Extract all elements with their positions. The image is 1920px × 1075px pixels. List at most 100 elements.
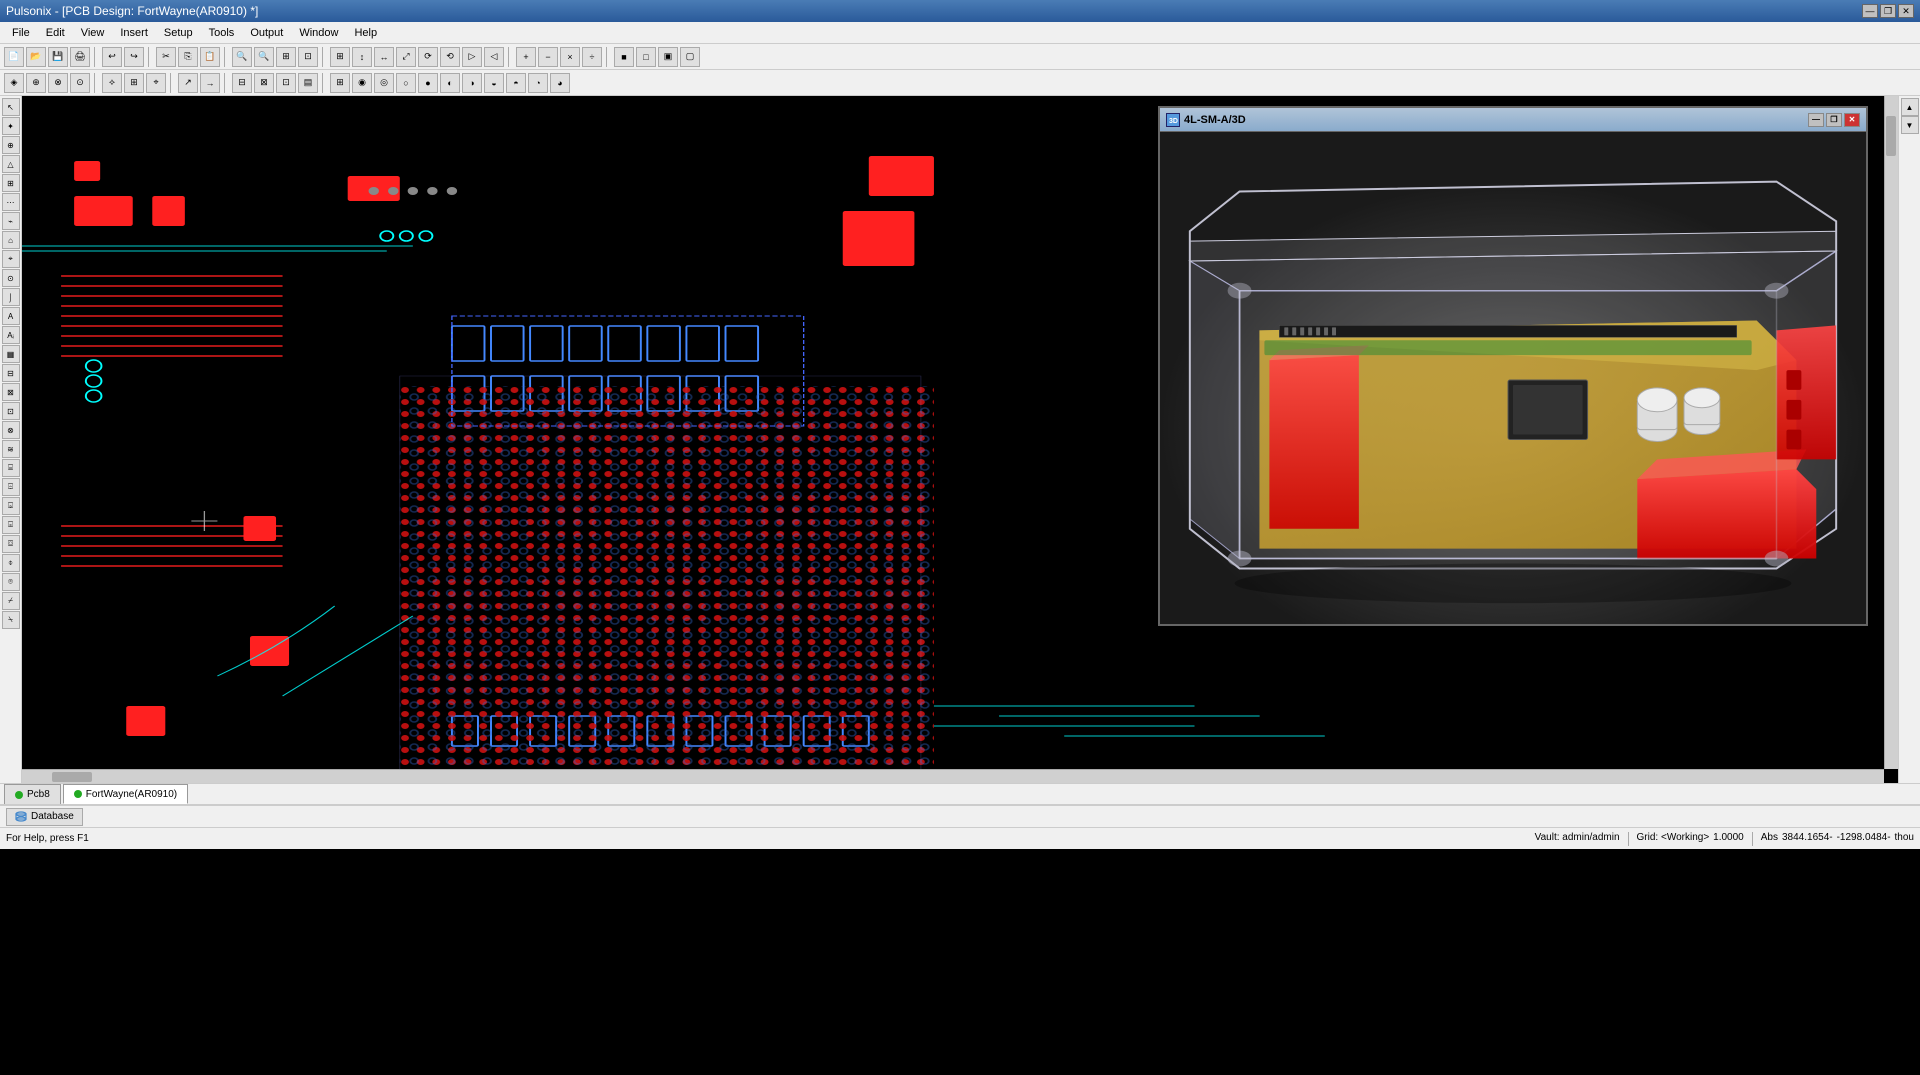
tb2-b21[interactable]: ◒ bbox=[484, 73, 504, 93]
tb-d2[interactable]: □ bbox=[636, 47, 656, 67]
tab-fortwayne[interactable]: FortWayne(AR0910) bbox=[63, 784, 188, 804]
tb2-b8[interactable]: ↗ bbox=[178, 73, 198, 93]
tb2-b16[interactable]: ◎ bbox=[374, 73, 394, 93]
lt-b11[interactable]: Aᵢ bbox=[2, 326, 20, 344]
lt-b4[interactable]: ⊞ bbox=[2, 174, 20, 192]
lt-b20[interactable]: ⌺ bbox=[2, 497, 20, 515]
tb-paste[interactable]: 📋 bbox=[200, 47, 220, 67]
rt-b2[interactable]: ▼ bbox=[1901, 116, 1919, 134]
tb-cut[interactable]: ✂ bbox=[156, 47, 176, 67]
tb-c3[interactable]: × bbox=[560, 47, 580, 67]
menu-tools[interactable]: Tools bbox=[201, 25, 243, 41]
tb2-b9[interactable]: → bbox=[200, 73, 220, 93]
tb-b4[interactable]: ⤢ bbox=[396, 47, 416, 67]
lt-b2[interactable]: ⊕ bbox=[2, 136, 20, 154]
tb-d4[interactable]: ▢ bbox=[680, 47, 700, 67]
tb-b7[interactable]: ▷ bbox=[462, 47, 482, 67]
tb2-b24[interactable]: ◕ bbox=[550, 73, 570, 93]
tb2-b2[interactable]: ⊕ bbox=[26, 73, 46, 93]
3d-restore-button[interactable]: ❐ bbox=[1826, 113, 1842, 127]
tb-d1[interactable]: ■ bbox=[614, 47, 634, 67]
lt-b7[interactable]: ⌂ bbox=[2, 231, 20, 249]
minimize-button[interactable]: — bbox=[1862, 4, 1878, 18]
3d-close-button[interactable]: ✕ bbox=[1844, 113, 1860, 127]
lt-b5[interactable]: ⋯ bbox=[2, 193, 20, 211]
close-button[interactable]: ✕ bbox=[1898, 4, 1914, 18]
tb2-b12[interactable]: ⊡ bbox=[276, 73, 296, 93]
lt-b10[interactable]: ⌡ bbox=[2, 288, 20, 306]
tb-c4[interactable]: ÷ bbox=[582, 47, 602, 67]
lt-b14[interactable]: ⊠ bbox=[2, 383, 20, 401]
tb2-b18[interactable]: ● bbox=[418, 73, 438, 93]
tb-b2[interactable]: ↕ bbox=[352, 47, 372, 67]
tb2-b17[interactable]: ○ bbox=[396, 73, 416, 93]
tb2-b5[interactable]: ⟡ bbox=[102, 73, 122, 93]
lt-b19[interactable]: ⌹ bbox=[2, 478, 20, 496]
tb-b8[interactable]: ◁ bbox=[484, 47, 504, 67]
3d-minimize-button[interactable]: — bbox=[1808, 113, 1824, 127]
tb-b6[interactable]: ⟲ bbox=[440, 47, 460, 67]
menu-edit[interactable]: Edit bbox=[38, 25, 73, 41]
tb2-b3[interactable]: ⊗ bbox=[48, 73, 68, 93]
menu-window[interactable]: Window bbox=[291, 25, 346, 41]
tb2-b6[interactable]: ⊞ bbox=[124, 73, 144, 93]
tb2-b10[interactable]: ⊟ bbox=[232, 73, 252, 93]
lt-b22[interactable]: ⌼ bbox=[2, 535, 20, 553]
tb2-b19[interactable]: ◐ bbox=[440, 73, 460, 93]
tb-c1[interactable]: + bbox=[516, 47, 536, 67]
lt-b23[interactable]: ⌽ bbox=[2, 554, 20, 572]
lt-b17[interactable]: ≋ bbox=[2, 440, 20, 458]
menu-file[interactable]: File bbox=[4, 25, 38, 41]
lt-b13[interactable]: ⊟ bbox=[2, 364, 20, 382]
lt-select[interactable]: ↖ bbox=[2, 98, 20, 116]
lt-b26[interactable]: ⍀ bbox=[2, 611, 20, 629]
tb-save[interactable]: 💾 bbox=[48, 47, 68, 67]
horizontal-scrollbar[interactable] bbox=[22, 769, 1884, 783]
tb-undo[interactable]: ↩ bbox=[102, 47, 122, 67]
tb-copy[interactable]: ⎘ bbox=[178, 47, 198, 67]
tab-pcb8[interactable]: Pcb8 bbox=[4, 784, 61, 804]
menu-insert[interactable]: Insert bbox=[112, 25, 156, 41]
lt-b21[interactable]: ⌻ bbox=[2, 516, 20, 534]
menu-output[interactable]: Output bbox=[242, 25, 291, 41]
lt-b6[interactable]: ⌁ bbox=[2, 212, 20, 230]
tb-d3[interactable]: ▣ bbox=[658, 47, 678, 67]
lt-b15[interactable]: ⊡ bbox=[2, 402, 20, 420]
db-button[interactable]: Database bbox=[6, 808, 83, 826]
tb-zoom-in[interactable]: 🔍 bbox=[232, 47, 252, 67]
pcb-canvas[interactable]: 3D 4L-SM-A/3D — ❐ ✕ bbox=[22, 96, 1898, 783]
tb2-b14[interactable]: ⊞ bbox=[330, 73, 350, 93]
tb2-b1[interactable]: ◈ bbox=[4, 73, 24, 93]
menu-help[interactable]: Help bbox=[346, 25, 385, 41]
tb2-b11[interactable]: ⊠ bbox=[254, 73, 274, 93]
tb2-b7[interactable]: ⌖ bbox=[146, 73, 166, 93]
menu-view[interactable]: View bbox=[73, 25, 113, 41]
tb-c2[interactable]: − bbox=[538, 47, 558, 67]
tb-print[interactable]: 🖨 bbox=[70, 47, 90, 67]
tb2-b13[interactable]: ▤ bbox=[298, 73, 318, 93]
tb2-b23[interactable]: ◔ bbox=[528, 73, 548, 93]
tb2-b4[interactable]: ⊙ bbox=[70, 73, 90, 93]
tb-zoom-out[interactable]: 🔍 bbox=[254, 47, 274, 67]
tb-b1[interactable]: ⊞ bbox=[330, 47, 350, 67]
tb-zoom-sel[interactable]: ⊡ bbox=[298, 47, 318, 67]
tb-redo[interactable]: ↪ bbox=[124, 47, 144, 67]
lt-b1[interactable]: ✦ bbox=[2, 117, 20, 135]
restore-button[interactable]: ❐ bbox=[1880, 4, 1896, 18]
lt-b25[interactable]: ⌿ bbox=[2, 592, 20, 610]
tb2-b15[interactable]: ◉ bbox=[352, 73, 372, 93]
lt-b12[interactable]: ▦ bbox=[2, 345, 20, 363]
tb-b3[interactable]: ↔ bbox=[374, 47, 394, 67]
vertical-scrollbar[interactable] bbox=[1884, 96, 1898, 769]
lt-b18[interactable]: ⌸ bbox=[2, 459, 20, 477]
tb-b5[interactable]: ⟳ bbox=[418, 47, 438, 67]
tb-open[interactable]: 📂 bbox=[26, 47, 46, 67]
lt-b16[interactable]: ⊗ bbox=[2, 421, 20, 439]
menu-setup[interactable]: Setup bbox=[156, 25, 201, 41]
lt-text[interactable]: A bbox=[2, 307, 20, 325]
tb-new[interactable]: 📄 bbox=[4, 47, 24, 67]
rt-b1[interactable]: ▲ bbox=[1901, 98, 1919, 116]
lt-b8[interactable]: ⌖ bbox=[2, 250, 20, 268]
lt-b3[interactable]: △ bbox=[2, 155, 20, 173]
lt-b24[interactable]: ⌾ bbox=[2, 573, 20, 591]
